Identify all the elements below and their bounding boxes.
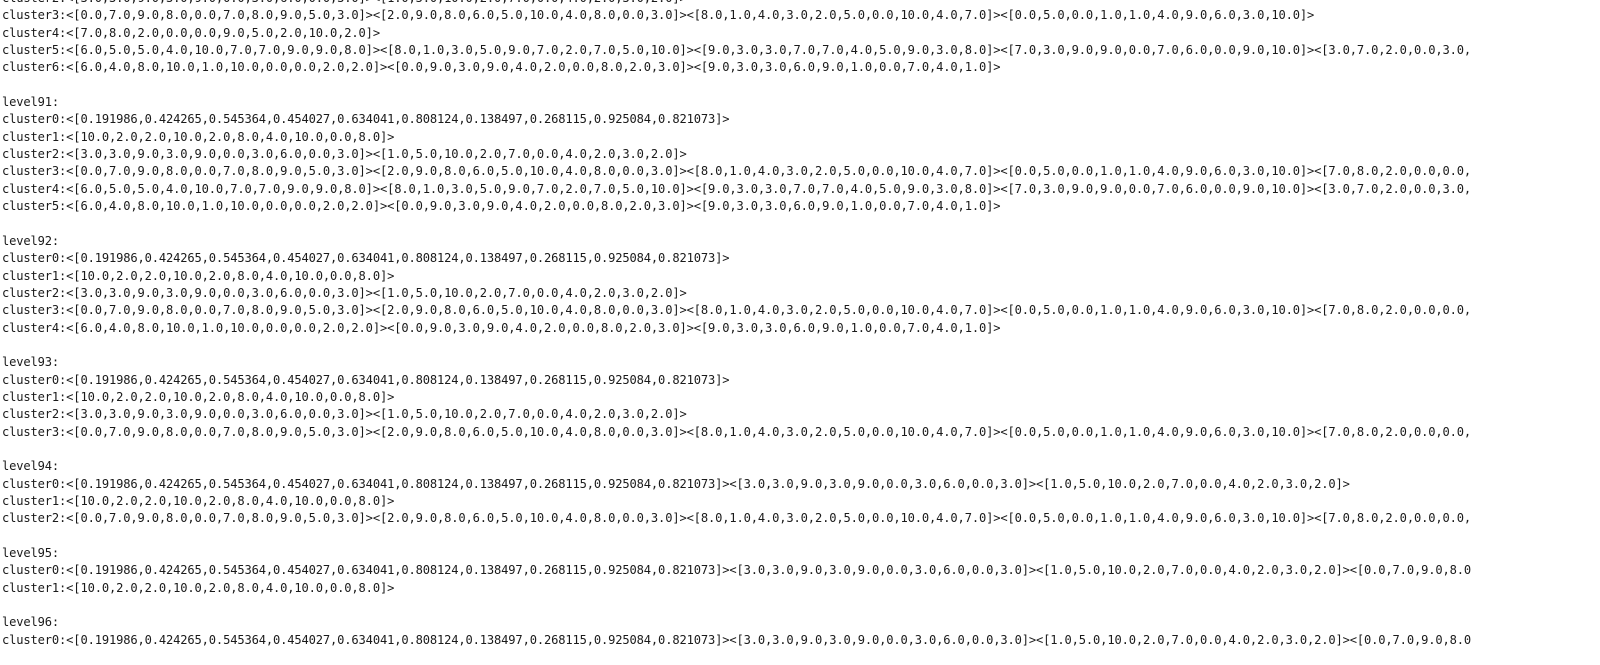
cluster-line: cluster1:<[10.0,2.0,2.0,10.0,2.0,8.0,4.0… — [2, 580, 395, 595]
level-heading: level91: — [2, 95, 60, 110]
cluster-line: cluster5:<[6.0,5.0,5.0,4.0,10.0,7.0,7.0,… — [2, 43, 1471, 58]
cluster-line: cluster0:<[0.191986,0.424265,0.545364,0.… — [2, 563, 1471, 578]
cluster-line: cluster5:<[6.0,4.0,8.0,10.0,1.0,10.0,0.0… — [2, 199, 1001, 214]
cluster-line: cluster0:<[0.191986,0.424265,0.545364,0.… — [2, 112, 730, 127]
text-viewer[interactable]: cluster2:<[3.0,3.0,9.0,3.0,9.0,0.0,3.0,6… — [0, 0, 1600, 665]
cluster-line: cluster0:<[0.191986,0.424265,0.545364,0.… — [2, 251, 730, 266]
level-heading: level94: — [2, 459, 60, 474]
cluster-line: cluster1:<[10.0,2.0,2.0,10.0,2.0,8.0,4.0… — [2, 268, 395, 283]
cluster-line: cluster4:<[7.0,8.0,2.0,0.0,0.0,9.0,5.0,2… — [2, 25, 380, 40]
cluster-line: cluster4:<[6.0,4.0,8.0,10.0,1.0,10.0,0.0… — [2, 320, 1001, 335]
text-content[interactable]: cluster2:<[3.0,3.0,9.0,3.0,9.0,0.0,3.0,6… — [2, 0, 1471, 649]
cluster-line: cluster1:<[10.0,2.0,2.0,10.0,2.0,8.0,4.0… — [2, 389, 395, 404]
cluster-line: cluster4:<[6.0,5.0,5.0,4.0,10.0,7.0,7.0,… — [2, 181, 1471, 196]
level-heading: level95: — [2, 546, 60, 560]
level-heading: level92: — [2, 233, 60, 248]
right-edge — [1566, 0, 1600, 665]
cluster-line: cluster2:<[3.0,3.0,9.0,3.0,9.0,0.0,3.0,6… — [2, 147, 687, 162]
cluster-line: cluster6:<[6.0,4.0,8.0,10.0,1.0,10.0,0.0… — [2, 60, 1001, 75]
cluster-line: cluster0:<[0.191986,0.424265,0.545364,0.… — [2, 476, 1350, 491]
cluster-line: cluster0:<[0.191986,0.424265,0.545364,0.… — [2, 632, 1471, 647]
cluster-line: cluster0:<[0.191986,0.424265,0.545364,0.… — [2, 372, 730, 387]
cluster-line: cluster2:<[3.0,3.0,9.0,3.0,9.0,0.0,3.0,6… — [2, 407, 687, 422]
cluster-line: cluster3:<[0.0,7.0,9.0,8.0,0.0,7.0,8.0,9… — [2, 303, 1471, 318]
cluster-line: cluster2:<[3.0,3.0,9.0,3.0,9.0,0.0,3.0,6… — [2, 0, 1471, 7]
cluster-line: cluster3:<[0.0,7.0,9.0,8.0,0.0,7.0,8.0,9… — [2, 8, 1315, 23]
cluster-line: cluster1:<[10.0,2.0,2.0,10.0,2.0,8.0,4.0… — [2, 129, 395, 144]
level-heading: level93: — [2, 355, 60, 370]
cluster-line: cluster2:<[0.0,7.0,9.0,8.0,0.0,7.0,8.0,9… — [2, 511, 1471, 526]
cluster-line: cluster1:<[10.0,2.0,2.0,10.0,2.0,8.0,4.0… — [2, 493, 395, 508]
level-heading: level96: — [2, 615, 60, 630]
cluster-line: cluster3:<[0.0,7.0,9.0,8.0,0.0,7.0,8.0,9… — [2, 424, 1471, 439]
cluster-line: cluster3:<[0.0,7.0,9.0,8.0,0.0,7.0,8.0,9… — [2, 164, 1471, 179]
cluster-line: cluster2:<[3.0,3.0,9.0,3.0,9.0,0.0,3.0,6… — [2, 285, 687, 300]
